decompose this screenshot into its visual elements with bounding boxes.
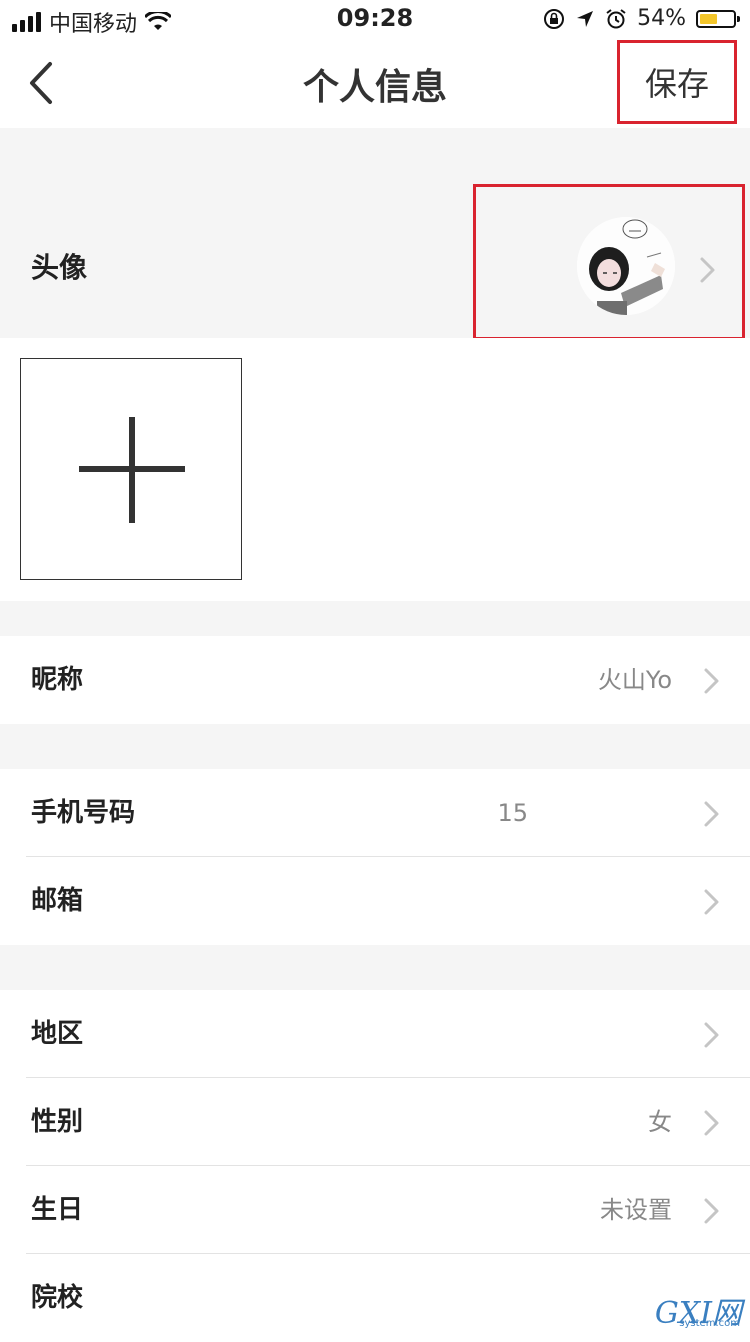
alarm-icon	[606, 8, 626, 28]
phone-label: 手机号码	[31, 798, 136, 828]
avatar-row[interactable]: 头像	[0, 182, 750, 340]
group-profile: 地区 性别 女 生日 未设置 院校	[0, 990, 750, 1342]
photo-upload-area	[0, 338, 750, 601]
school-row[interactable]: 院校	[0, 1254, 750, 1342]
avatar-highlight[interactable]	[473, 184, 745, 340]
gender-value: 女	[648, 1108, 672, 1136]
watermark-sub: system.com	[679, 1318, 740, 1329]
avatar-label: 头像	[31, 251, 88, 284]
avatar-image	[577, 217, 675, 315]
email-label: 邮箱	[31, 886, 84, 916]
orientation-lock-icon	[544, 8, 565, 29]
phone-row[interactable]: 手机号码 15	[0, 769, 750, 857]
nav-bar: 个人信息 保存	[0, 40, 750, 128]
nickname-label: 昵称	[31, 665, 84, 695]
chevron-right-icon	[704, 1022, 719, 1048]
status-right: 54%	[543, 6, 740, 31]
add-photo-button[interactable]	[20, 358, 242, 580]
chevron-right-icon	[704, 801, 719, 827]
location-icon	[577, 10, 594, 27]
group-contact: 手机号码 15 邮箱	[0, 769, 750, 945]
chevron-right-icon	[704, 1110, 719, 1136]
battery-percent: 54%	[637, 6, 686, 31]
avatar[interactable]	[577, 217, 675, 315]
email-row[interactable]: 邮箱	[0, 857, 750, 945]
phone-value: 15	[497, 799, 528, 827]
chevron-right-icon	[704, 889, 719, 915]
nickname-row[interactable]: 昵称 火山Yo	[0, 636, 750, 724]
birthday-row[interactable]: 生日 未设置	[0, 1166, 750, 1254]
plus-icon-v	[129, 417, 135, 523]
chevron-right-icon	[704, 668, 719, 694]
watermark: GXI网 system.com	[642, 1288, 742, 1331]
nickname-value: 火山Yo	[597, 666, 672, 694]
birthday-label: 生日	[31, 1195, 84, 1225]
chevron-right-icon	[700, 257, 715, 283]
battery-fill	[700, 13, 717, 24]
group-nickname: 昵称 火山Yo	[0, 636, 750, 724]
school-label: 院校	[31, 1283, 84, 1313]
region-label: 地区	[31, 1019, 84, 1049]
region-row[interactable]: 地区	[0, 990, 750, 1078]
gender-label: 性别	[31, 1107, 84, 1137]
gender-row[interactable]: 性别 女	[0, 1078, 750, 1166]
save-button[interactable]: 保存	[617, 40, 737, 124]
battery-icon	[696, 9, 740, 28]
chevron-right-icon	[704, 1198, 719, 1224]
birthday-value: 未设置	[600, 1196, 672, 1224]
status-bar: 中国移动 09:28 54%	[0, 0, 750, 40]
